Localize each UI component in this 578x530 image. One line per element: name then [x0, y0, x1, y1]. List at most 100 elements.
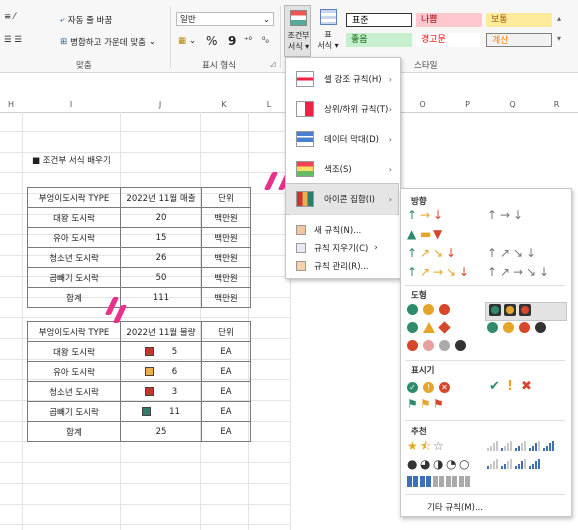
- rating-square-icon: [144, 386, 154, 396]
- table-header-cell[interactable]: 2022년 11월 매출: [120, 187, 202, 208]
- gridline: [22, 112, 23, 530]
- table-cell[interactable]: 곱빼기 도시락: [27, 267, 121, 288]
- gray-arrow-icon: ↗: [500, 265, 511, 279]
- table-header-cell[interactable]: 단위: [201, 321, 251, 342]
- menu-item-label: 셀 강조 규칙(H): [324, 75, 382, 85]
- table-cell[interactable]: 50: [120, 267, 202, 288]
- pie-quarter-icon: ◕: [420, 457, 431, 471]
- cell-style-4[interactable]: 경고문: [416, 33, 482, 47]
- table-cell[interactable]: 대왕 도시락: [27, 207, 121, 228]
- column-header-J[interactable]: J: [120, 99, 200, 111]
- comma-button[interactable]: 9: [228, 34, 236, 48]
- gray-arrow-icon: →: [500, 208, 511, 222]
- table-cell[interactable]: EA: [201, 401, 251, 422]
- column-header-Q[interactable]: Q: [490, 99, 535, 111]
- table-cell[interactable]: 15: [120, 227, 202, 248]
- cell-style-3[interactable]: 좋음: [346, 33, 412, 47]
- table-cell[interactable]: 청소년 도시락: [27, 247, 121, 268]
- icon-set-option[interactable]: [405, 245, 477, 261]
- box-rating-icon: [446, 476, 457, 487]
- table-cell[interactable]: 합계: [27, 287, 121, 308]
- gallery-scroll-up-icon[interactable]: ▴: [557, 14, 561, 23]
- table-cell[interactable]: 6: [120, 361, 202, 382]
- dialog-launcher-icon[interactable]: ◿: [270, 60, 275, 68]
- cell-value: 곱빼기 도시락: [49, 407, 99, 418]
- menu-item-manage-rules[interactable]: 규칙 관리(R)...: [296, 258, 369, 273]
- table-cell[interactable]: 대왕 도시락: [27, 341, 121, 362]
- column-header-H[interactable]: H: [0, 99, 22, 111]
- icon-set-option[interactable]: [405, 226, 477, 242]
- signal-bars-icon: [515, 458, 527, 469]
- table-cell[interactable]: 11: [120, 401, 202, 422]
- signal-bars-icon: [501, 458, 513, 469]
- table-cell[interactable]: 유아 도시락: [27, 361, 121, 382]
- more-rules-item[interactable]: 기타 규칙(M)...: [427, 501, 483, 513]
- gray-arrow-icon: ↓: [539, 265, 550, 279]
- table-cell[interactable]: 합계: [27, 421, 121, 442]
- table-cell[interactable]: 곱빼기 도시락: [27, 401, 121, 422]
- table-cell[interactable]: 유아 도시락: [27, 227, 121, 248]
- cell-style-1[interactable]: 나쁨: [416, 13, 482, 27]
- table-row: 대왕 도시락 5 EA: [27, 341, 251, 362]
- column-header-L[interactable]: L: [248, 99, 290, 111]
- percent-button[interactable]: %: [206, 34, 217, 48]
- icon-set-option[interactable]: [405, 264, 477, 280]
- column-header-I[interactable]: I: [22, 99, 120, 111]
- icon-set-option[interactable]: [405, 207, 477, 223]
- table-cell[interactable]: EA: [201, 381, 251, 402]
- menu-item-color-scales[interactable]: 색조(S) ›: [286, 154, 398, 184]
- cell-value: EA: [220, 346, 232, 357]
- table-cell[interactable]: 백만원: [201, 267, 251, 288]
- cell-style-2[interactable]: 보통: [486, 13, 552, 27]
- signal-bars-icon: [529, 458, 541, 469]
- conditional-formatting-icon: [290, 10, 307, 26]
- table-cell[interactable]: EA: [201, 421, 251, 442]
- table-cell[interactable]: 5: [120, 341, 202, 362]
- menu-item-highlight-cells[interactable]: 셀 강조 규칙(H) ›: [286, 64, 398, 94]
- menu-item-clear-rules[interactable]: 규칙 지우기(C) ›: [296, 240, 378, 255]
- indent-icon[interactable]: ☰ ☰: [4, 35, 22, 45]
- merge-center-button[interactable]: ⊞ 병합하고 가운데 맞춤 ⌄: [60, 36, 156, 48]
- table-row: 유아 도시락 6 EA: [27, 361, 251, 382]
- table-cell[interactable]: EA: [201, 361, 251, 382]
- currency-button[interactable]: ▦ ⌄: [178, 36, 196, 46]
- table-cell[interactable]: 백만원: [201, 207, 251, 228]
- decrease-decimal-icon[interactable]: ⁰₀: [262, 36, 269, 46]
- conditional-formatting-button[interactable]: 조건부 서식 ▾: [284, 5, 311, 57]
- align-left-icon[interactable]: ≡ ⁄: [4, 12, 15, 22]
- table-cell[interactable]: 백만원: [201, 247, 251, 268]
- sheet-title[interactable]: ■ 조건부 서식 배우기: [32, 154, 111, 166]
- table-cell[interactable]: EA: [201, 341, 251, 362]
- rating-square-icon: [144, 366, 154, 376]
- menu-item-label: 규칙 관리(R)...: [314, 261, 369, 272]
- table-cell[interactable]: 3: [120, 381, 202, 402]
- table-cell[interactable]: 26: [120, 247, 202, 268]
- gallery-scroll-down-icon[interactable]: ▾: [557, 34, 561, 43]
- table-cell[interactable]: 20: [120, 207, 202, 228]
- cell-value: 합계: [66, 293, 82, 304]
- format-as-table-button[interactable]: 표 서식 ▾: [314, 5, 342, 57]
- x-icon: ✖: [521, 379, 532, 394]
- column-header-K[interactable]: K: [200, 99, 248, 111]
- menu-item-top-bottom[interactable]: 상위/하위 규칙(T) ›: [286, 94, 398, 124]
- table-cell[interactable]: 청소년 도시락: [27, 381, 121, 402]
- column-header-R[interactable]: R: [535, 99, 578, 111]
- number-format-select[interactable]: 일반 ⌄: [176, 12, 274, 26]
- column-header-P[interactable]: P: [445, 99, 490, 111]
- table-cell[interactable]: 백만원: [201, 227, 251, 248]
- menu-item-data-bars[interactable]: 데이터 막대(D) ›: [286, 124, 398, 154]
- column-header-O[interactable]: O: [400, 99, 445, 111]
- wrap-text-button[interactable]: ⤶ 자동 줄 바꿈: [60, 14, 112, 26]
- table-cell[interactable]: 25: [120, 421, 202, 442]
- increase-decimal-icon[interactable]: ⁺⁰: [244, 36, 252, 46]
- table-header-cell[interactable]: 단위: [201, 187, 251, 208]
- table-header-cell[interactable]: 부엉이도시락 TYPE: [27, 321, 121, 342]
- cell-style-5[interactable]: 계산: [486, 33, 552, 47]
- table-header-cell[interactable]: 부엉이도시락 TYPE: [27, 187, 121, 208]
- menu-item-new-rule[interactable]: 새 규칙(N)...: [296, 222, 361, 237]
- menu-item-icon-sets[interactable]: 아이콘 집합(I) ›: [285, 183, 399, 215]
- table-header-cell[interactable]: 2022년 11월 불량: [120, 321, 202, 342]
- cell-style-0[interactable]: 표준: [346, 13, 412, 27]
- table-cell[interactable]: 111: [120, 287, 202, 308]
- table-cell[interactable]: 백만원: [201, 287, 251, 308]
